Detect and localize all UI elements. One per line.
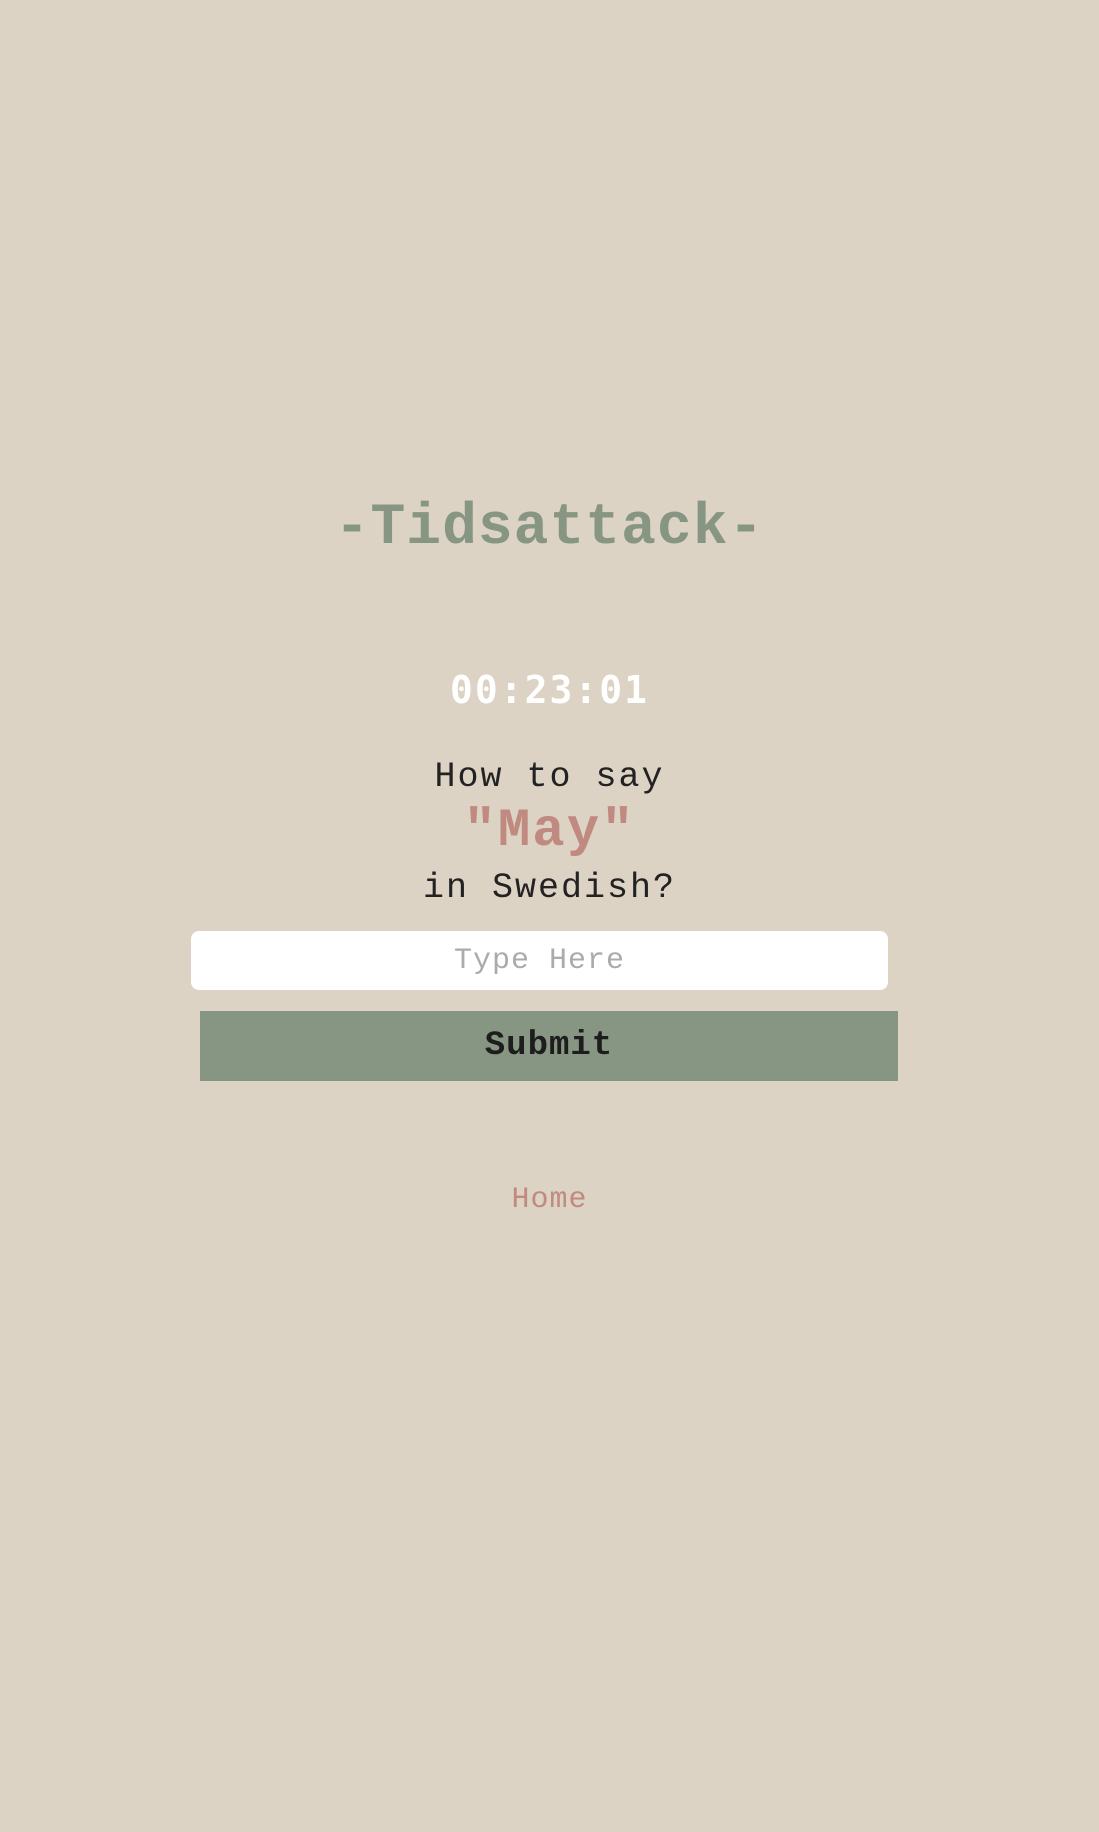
page-title: -Tidsattack- — [334, 496, 765, 561]
question-word: "May" — [463, 801, 636, 862]
countdown-timer: 00:23:01 — [449, 668, 650, 712]
submit-button[interactable]: Submit — [200, 1011, 898, 1081]
answer-field-container — [191, 931, 888, 990]
answer-input[interactable] — [191, 931, 888, 990]
home-link[interactable]: Home — [0, 1180, 1099, 1220]
question-prefix: How to say — [434, 757, 665, 797]
question-suffix: in Swedish? — [422, 868, 677, 908]
